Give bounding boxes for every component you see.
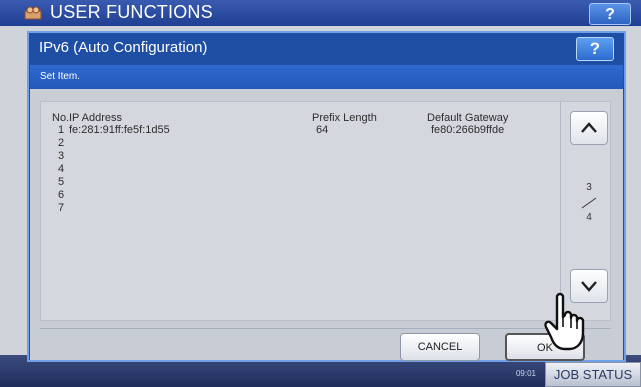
chevron-up-icon xyxy=(581,122,597,133)
column-header-no: No. xyxy=(52,112,70,124)
column-header-gateway: Default Gateway xyxy=(427,112,509,124)
column-header-ip: IP Address xyxy=(69,112,122,124)
row-no: 5 xyxy=(58,176,65,188)
background-header: USER FUNCTIONS ? xyxy=(0,0,641,26)
row-no: 7 xyxy=(58,202,65,214)
button-row-divider xyxy=(40,328,611,329)
column-header-prefix: Prefix Length xyxy=(312,112,377,124)
table-row[interactable]: 4 xyxy=(41,163,560,175)
row-no: 3 xyxy=(58,150,65,162)
list-scroll-divider xyxy=(560,102,561,320)
dialog-help-button[interactable]: ? xyxy=(576,37,614,61)
page-current: 3 xyxy=(586,182,592,193)
dialog-body: No. IP Address Prefix Length Default Gat… xyxy=(30,89,623,361)
row-no: 1 xyxy=(58,124,65,136)
page-separator-slash xyxy=(581,197,597,209)
ipv6-auto-config-dialog: IPv6 (Auto Configuration) ? Set Item. No… xyxy=(27,31,626,362)
page-total: 4 xyxy=(586,212,592,223)
row-no: 2 xyxy=(58,137,65,149)
row-prefix: 64 xyxy=(316,124,329,136)
background-help-button[interactable]: ? xyxy=(589,3,631,25)
table-row[interactable]: 2 xyxy=(41,137,560,149)
dialog-subtitle: Set Item. xyxy=(40,71,81,82)
scroll-up-button[interactable] xyxy=(570,111,608,145)
background-title: USER FUNCTIONS xyxy=(50,2,213,22)
table-row[interactable]: 7 xyxy=(41,202,560,214)
dialog-title: IPv6 (Auto Configuration) xyxy=(39,39,208,56)
table-row[interactable]: 1 fe:281:91ff:fe5f:1d55 64 fe80:266b9ffd… xyxy=(41,124,560,136)
row-no: 6 xyxy=(58,189,65,201)
page-indicator: 3 4 xyxy=(570,182,608,238)
address-list-panel: No. IP Address Prefix Length Default Gat… xyxy=(40,101,611,321)
dialog-subtitle-bar: Set Item. xyxy=(30,65,623,89)
row-gateway: fe80:266b9ffde xyxy=(431,124,505,136)
table-row[interactable]: 3 xyxy=(41,150,560,162)
table-row[interactable]: 5 xyxy=(41,176,560,188)
clock: 09:01 xyxy=(515,369,536,378)
pointer-hand-icon xyxy=(544,292,585,351)
cancel-button[interactable]: CANCEL xyxy=(400,333,480,361)
job-status-button[interactable]: JOB STATUS xyxy=(545,362,641,387)
address-list: No. IP Address Prefix Length Default Gat… xyxy=(41,102,560,320)
table-row[interactable]: 6 xyxy=(41,189,560,201)
row-no: 4 xyxy=(58,163,65,175)
user-functions-icon xyxy=(24,6,42,20)
row-ip: fe:281:91ff:fe5f:1d55 xyxy=(69,124,170,136)
